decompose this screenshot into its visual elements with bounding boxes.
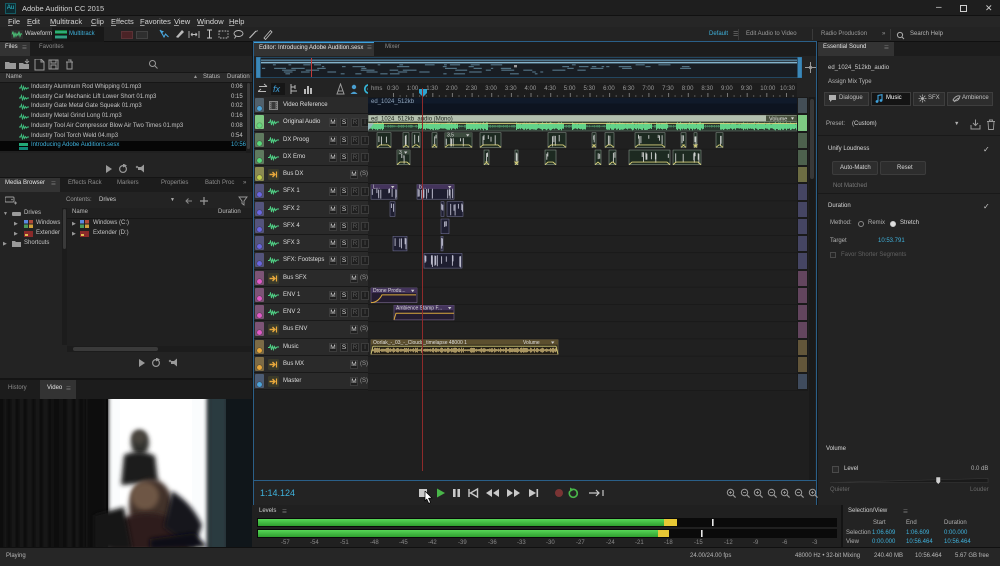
svg-text:fx: fx — [273, 84, 281, 94]
svg-text:Oorlak_-_03_-_Clouds_timelapse: Oorlak_-_03_-_Clouds_timelapse 48000 1 — [373, 340, 467, 346]
svg-text:Ambience Stamp F...: Ambience Stamp F... — [396, 305, 442, 311]
svg-text:Volume: Volume — [523, 340, 540, 346]
svg-text:3,5: 3,5 — [447, 133, 454, 139]
svg-text:ed_1024_512kb: ed_1024_512kb — [371, 99, 415, 105]
svg-text:ed_1024_512kb_audio (Mono): ed_1024_512kb_audio (Mono) — [371, 117, 453, 123]
svg-text:Drone Produ...: Drone Produ... — [373, 288, 406, 294]
svg-text:Volume: Volume — [769, 116, 787, 122]
